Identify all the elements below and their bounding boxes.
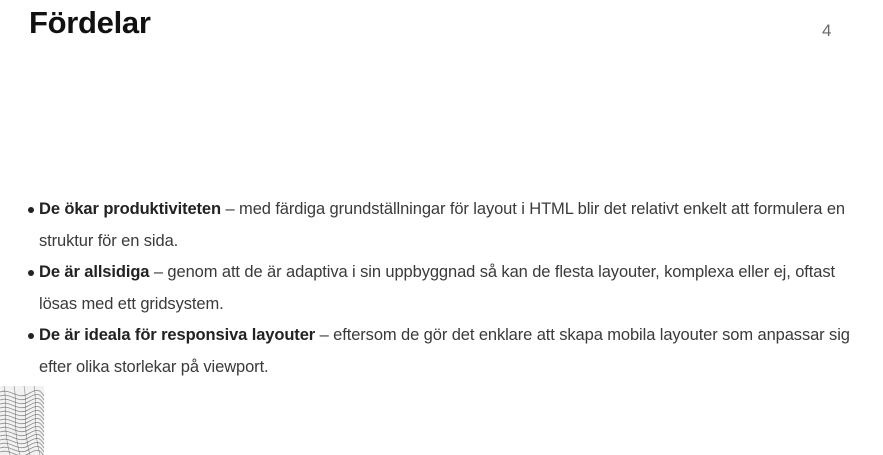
slide-title: Fördelar <box>29 5 151 40</box>
bullet-list: De ökar produktiviteten – med färdiga gr… <box>26 194 856 383</box>
page-number: 4 <box>822 21 832 40</box>
bullet-lead: De ökar produktiviteten <box>39 200 221 218</box>
bullet-text: – genom att de är adaptiva i sin uppbygg… <box>39 263 835 313</box>
bullet-lead: De är ideala för responsiva layouter <box>39 326 316 344</box>
bullet-item-responsive: De är ideala för responsiva layouter – e… <box>26 320 856 383</box>
bullet-item-versatile: De är allsidiga – genom att de är adapti… <box>26 257 856 320</box>
wave-pattern-decoration <box>0 386 44 455</box>
slide: Fördelar 4 De ökar produktiviteten – med… <box>0 0 883 455</box>
bullet-lead: De är allsidiga <box>39 263 150 281</box>
bullet-item-productivity: De ökar produktiviteten – med färdiga gr… <box>26 194 856 257</box>
